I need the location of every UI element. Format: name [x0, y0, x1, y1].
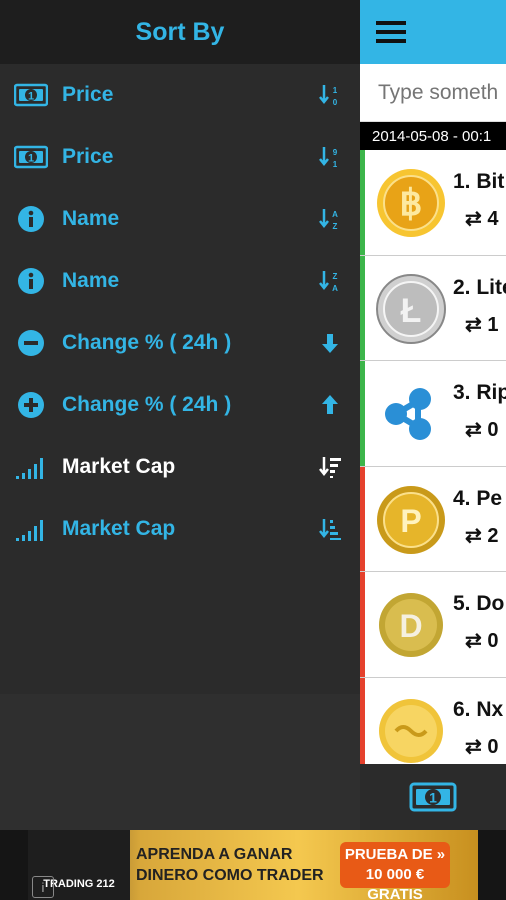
coin-row-litecoin[interactable]: Ł 2. Lite ⇄ 1 [360, 255, 506, 361]
sort-option-label: Change % ( 24h ) [62, 331, 232, 354]
coin-name: 6. Nx [453, 697, 504, 721]
svg-text:1: 1 [333, 86, 338, 95]
sort-option-change-asc[interactable]: Change % ( 24h ) [0, 374, 360, 436]
ad-cta-line1: PRUEBA DE » [344, 846, 446, 863]
info-icon [0, 204, 62, 234]
sort-option-label: Market Cap [62, 455, 176, 478]
svg-text:฿: ฿ [400, 182, 423, 223]
money-icon: 1 [0, 144, 62, 170]
info-icon [0, 266, 62, 296]
bitcoin-logo-icon: ฿ [377, 169, 445, 237]
svg-text:A: A [332, 284, 338, 293]
coin-volume: ⇄ 0 [465, 419, 499, 441]
ad-cta-line2: 10 000 € GRATIS [365, 866, 425, 900]
sort-drawer: Sort By 1 Price 10 1 Price 91 Name A Z N… [0, 0, 360, 830]
ripple-logo-icon [385, 388, 431, 440]
svg-text:Z: Z [333, 222, 338, 231]
svg-text:P: P [400, 503, 421, 539]
drawer-header: Sort By [0, 0, 360, 64]
coin-volume: ⇄ 2 [465, 524, 499, 547]
coin-name: 3. Rip [453, 381, 506, 404]
money-icon: 1 [0, 82, 62, 108]
coin-list-screen: 2014-05-08 - 00:1 ฿ 1. Bit ⇄ 4 Ł 2. Lite… [360, 0, 506, 830]
ad-headline: APRENDA A GANAR DINERO COMO TRADER [136, 844, 324, 886]
trend-indicator-up [360, 150, 365, 255]
svg-text:9: 9 [333, 148, 338, 157]
svg-text:Z: Z [333, 272, 338, 281]
ad-headline-line2: DINERO COMO TRADER [136, 867, 324, 884]
coin-volume: ⇄ 4 [465, 208, 499, 230]
sort-option-label: Name [62, 207, 120, 230]
coin-name: 2. Lite [453, 275, 506, 299]
sort-option-label: Price [62, 145, 114, 168]
ad-banner[interactable]: TRADING 212 APRENDA A GANAR DINERO COMO … [0, 830, 506, 900]
bottom-nav: 1 [360, 764, 506, 830]
sort-alpha-asc-icon: AZ [319, 209, 338, 231]
coin-row-ripple[interactable]: 3. Rip ⇄ 0 [360, 361, 506, 467]
dogecoin-logo-icon: D [379, 593, 443, 657]
trend-indicator-up [360, 255, 365, 360]
sort-option-marketcap-asc[interactable]: Market Cap [0, 498, 360, 560]
sort-option-label: Price [62, 83, 114, 106]
coin-row-peercoin[interactable]: P 4. Pe ⇄ 2 [360, 466, 506, 572]
hamburger-menu-icon[interactable] [376, 19, 406, 45]
sort-option-name-asc[interactable]: Name AZ [0, 188, 360, 250]
sort-option-label: Name [62, 269, 120, 292]
signal-bars-icon [0, 516, 62, 542]
app-root: Sort By 1 Price 10 1 Price 91 Name A Z N… [0, 0, 506, 900]
sort-option-price-asc[interactable]: 1 Price 10 [0, 64, 360, 126]
signal-bars-icon [0, 454, 62, 480]
action-bar [360, 0, 506, 64]
sort-option-change-desc[interactable]: Change % ( 24h ) [0, 312, 360, 374]
sort-numeric-asc-icon: 10 [319, 85, 338, 107]
peercoin-logo-icon: P [377, 485, 445, 554]
svg-text:1: 1 [429, 790, 437, 806]
trend-indicator-up [360, 361, 365, 466]
svg-text:A: A [332, 210, 338, 219]
svg-text:D: D [399, 608, 422, 644]
ad-info-icon[interactable]: i [32, 876, 54, 898]
arrow-up-icon [322, 395, 338, 414]
sort-option-price-desc[interactable]: 1 Price 91 [0, 126, 360, 188]
sort-amount-asc-icon [319, 519, 341, 540]
sort-option-label: Market Cap [62, 517, 176, 540]
sort-option-name-desc[interactable]: Name ZA [0, 250, 360, 312]
coin-volume: ⇄ 1 [465, 313, 499, 336]
litecoin-logo-icon: Ł [376, 273, 446, 344]
coin-name: 1. Bit [453, 170, 505, 193]
svg-text:Ł: Ł [401, 292, 422, 330]
plus-circle-icon [0, 390, 62, 420]
nxt-logo-icon [379, 698, 443, 763]
coin-row-dogecoin[interactable]: D 5. Do ⇄ 0 [360, 572, 506, 678]
drawer-title: Sort By [135, 17, 225, 46]
search-bar [360, 64, 506, 122]
coin-volume: ⇄ 0 [465, 630, 499, 652]
trend-indicator-down [360, 466, 365, 571]
minus-circle-icon [0, 328, 62, 358]
coin-name: 4. Pe [453, 486, 503, 510]
sort-option-label: Change % ( 24h ) [62, 393, 232, 416]
svg-text:1: 1 [333, 160, 338, 169]
ad-headline-line1: APRENDA A GANAR [136, 846, 293, 863]
sort-numeric-desc-icon: 91 [319, 147, 338, 169]
sort-amount-desc-icon [319, 457, 341, 478]
money-icon[interactable]: 1 [409, 780, 457, 814]
coin-volume: ⇄ 0 [465, 735, 499, 758]
sort-alpha-desc-icon: ZA [319, 271, 338, 293]
coin-name: 5. Do [453, 592, 505, 615]
drawer-empty-area [0, 694, 360, 830]
last-update-date: 2014-05-08 - 00:1 [360, 122, 506, 150]
sort-options-list: 1 Price 10 1 Price 91 Name AZ Name Z A C… [0, 64, 360, 694]
svg-text:0: 0 [333, 98, 338, 107]
ad-creative[interactable]: TRADING 212 APRENDA A GANAR DINERO COMO … [28, 830, 478, 900]
sort-option-marketcap-desc[interactable]: Market Cap [0, 436, 360, 498]
trend-indicator-down [360, 572, 365, 677]
arrow-down-icon [322, 334, 338, 353]
search-input[interactable] [378, 80, 506, 105]
coin-row-bitcoin[interactable]: ฿ 1. Bit ⇄ 4 [360, 150, 506, 256]
svg-text:1: 1 [28, 153, 34, 165]
ad-cta-button[interactable]: PRUEBA DE » 10 000 € GRATIS [340, 842, 450, 900]
svg-text:1: 1 [28, 91, 34, 103]
